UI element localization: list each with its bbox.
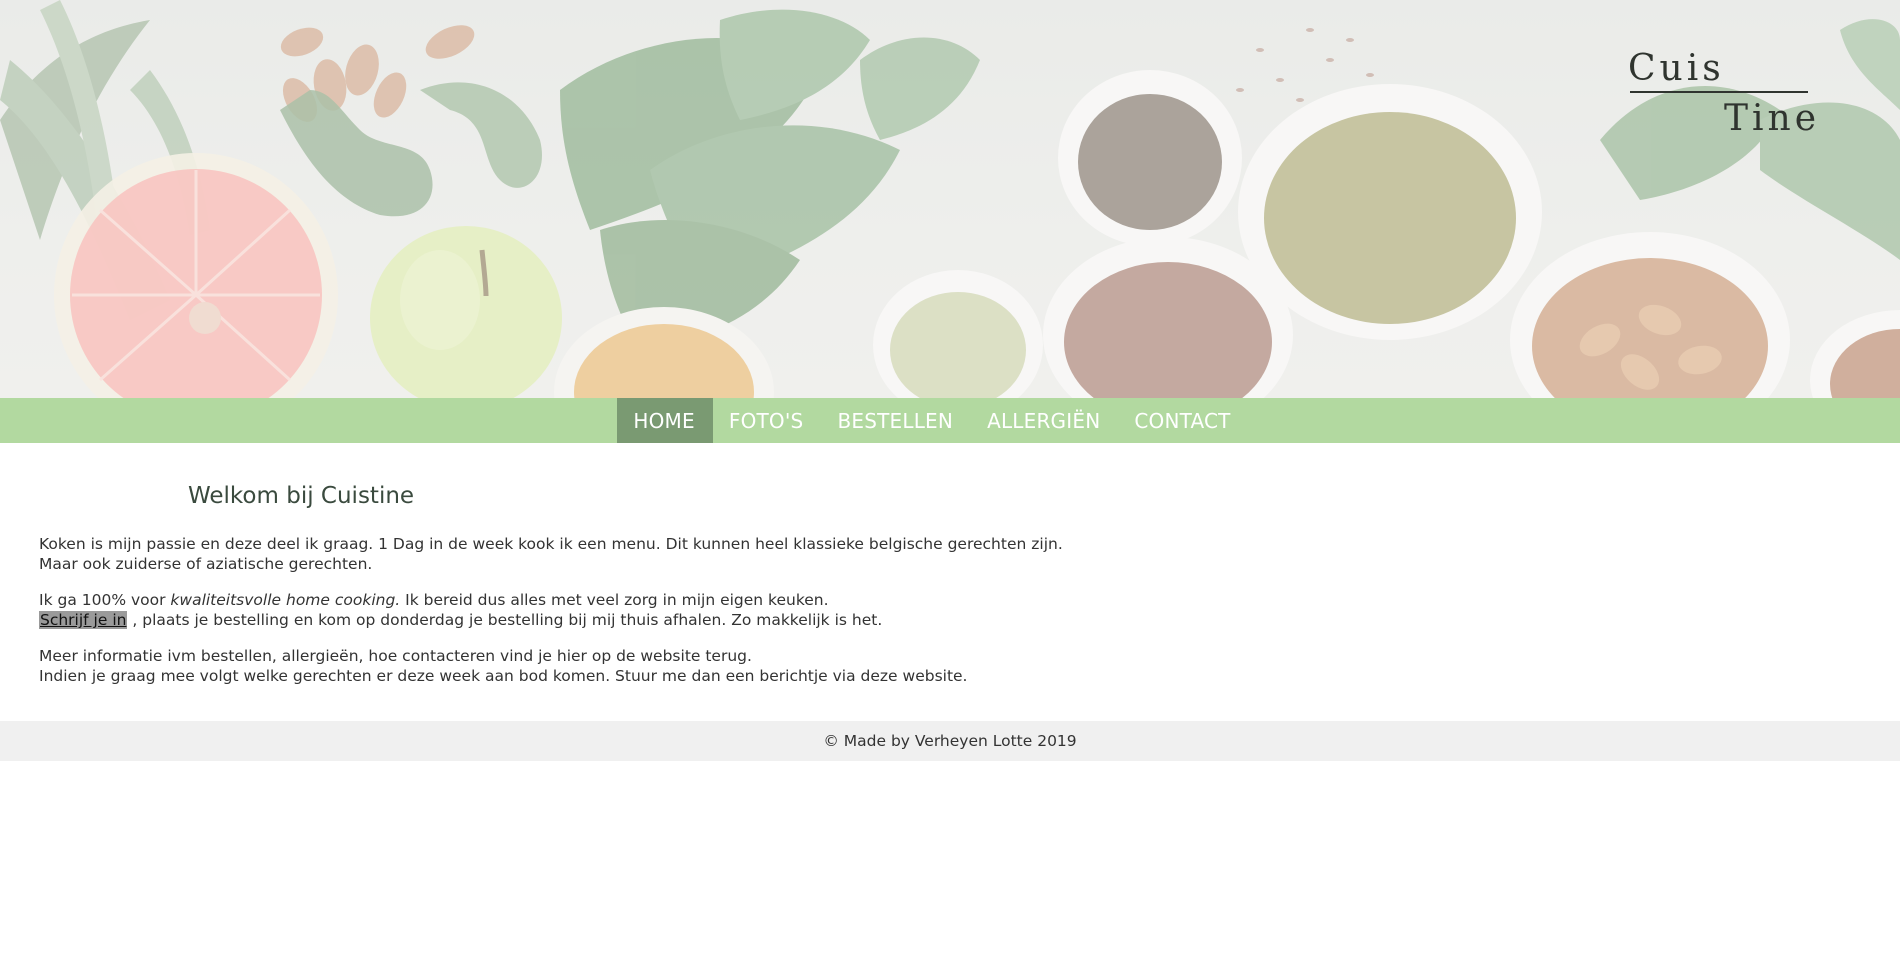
footer-copyright: © Made by Verheyen Lotte 2019 xyxy=(823,732,1077,750)
nav-item-bestellen[interactable]: BESTELLEN xyxy=(821,398,971,443)
vegetables-spices-banner-image xyxy=(0,0,1900,398)
paragraph-2-suffix: Ik bereid dus alles met veel zorg in mij… xyxy=(400,591,829,609)
intro-paragraph-2: Ik ga 100% voor kwaliteitsvolle home coo… xyxy=(39,590,1139,630)
brand-logo[interactable]: Cuis Tine xyxy=(1626,48,1816,139)
main-navigation: HOME FOTO'S BESTELLEN ALLERGIËN CONTACT xyxy=(0,398,1900,443)
page-footer: © Made by Verheyen Lotte 2019 xyxy=(0,721,1900,761)
logo-text-top: Cuis xyxy=(1628,48,1725,89)
paragraph-3-line-2: Indien je graag mee volgt welke gerechte… xyxy=(39,667,968,685)
signup-link[interactable]: Schrijf je in xyxy=(39,611,128,629)
intro-paragraph-3: Meer informatie ivm bestellen, allergieë… xyxy=(39,646,1139,686)
hero-banner: Cuis Tine xyxy=(0,0,1900,398)
page-title: Welkom bij Cuistine xyxy=(188,483,415,509)
logo-divider xyxy=(1630,91,1808,93)
nav-item-home[interactable]: HOME xyxy=(617,398,713,443)
main-content: Welkom bij Cuistine Koken is mijn passie… xyxy=(0,443,1900,721)
paragraph-2-line-2: , plaats je bestelling en kom op donderd… xyxy=(127,611,883,629)
paragraph-3-line-1: Meer informatie ivm bestellen, allergieë… xyxy=(39,647,752,665)
logo-text-bottom: Tine xyxy=(1724,98,1821,139)
paragraph-2-emphasis: kwaliteitsvolle home cooking. xyxy=(170,591,401,609)
nav-item-allergien[interactable]: ALLERGIËN xyxy=(971,398,1118,443)
intro-paragraph-1: Koken is mijn passie en deze deel ik gra… xyxy=(39,534,1139,574)
nav-list: HOME FOTO'S BESTELLEN ALLERGIËN CONTACT xyxy=(617,398,1248,443)
nav-item-fotos[interactable]: FOTO'S xyxy=(713,398,822,443)
nav-item-contact[interactable]: CONTACT xyxy=(1118,398,1248,443)
paragraph-2-prefix: Ik ga 100% voor xyxy=(39,591,171,609)
paragraph-1-line-1: Koken is mijn passie en deze deel ik gra… xyxy=(39,535,1063,553)
intro-text: Koken is mijn passie en deze deel ik gra… xyxy=(39,534,1139,702)
paragraph-1-line-2: Maar ook zuiderse of aziatische gerechte… xyxy=(39,555,373,573)
